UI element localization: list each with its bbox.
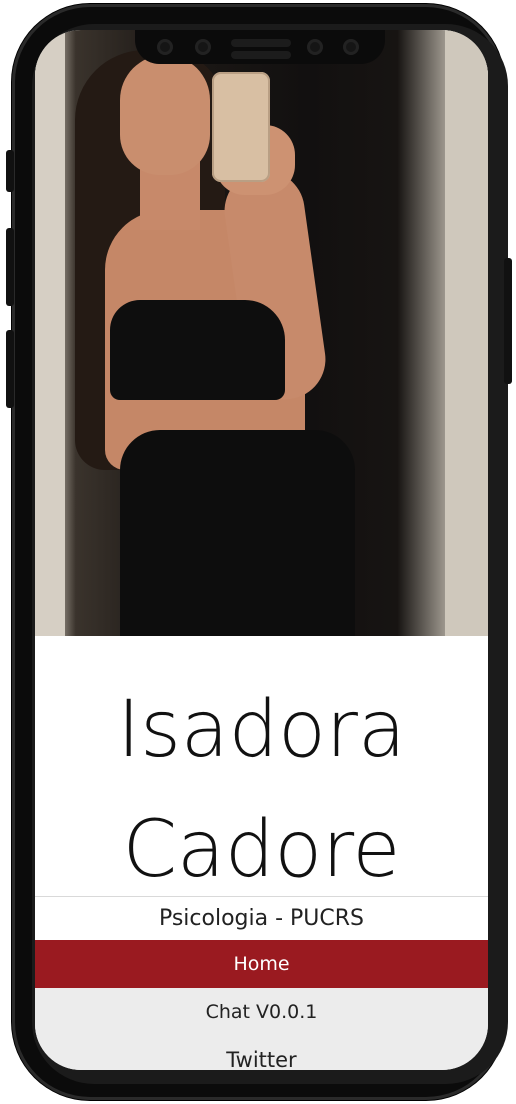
power-button (504, 258, 512, 384)
volume-up-button (6, 228, 14, 306)
profile-name: Isadora Cadore (35, 670, 488, 910)
nav-menu: Home Chat V0.0.1 Twitter (35, 940, 488, 1070)
front-camera-icon (157, 39, 173, 55)
volume-down-button (6, 330, 14, 408)
profile-last-name: Cadore (122, 805, 401, 895)
speaker-grill-icon (231, 39, 291, 47)
sensor-icon (195, 39, 211, 55)
speaker-grill-icon (231, 51, 291, 59)
nav-item-chat[interactable]: Chat V0.0.1 (35, 988, 488, 1036)
phone-notch (135, 30, 385, 64)
mute-switch (6, 150, 14, 192)
nav-item-home[interactable]: Home (35, 940, 488, 988)
proximity-sensor-icon (343, 39, 359, 55)
profile-subtitle: Psicologia - PUCRS (158, 906, 365, 931)
nav-item-twitter[interactable]: Twitter (35, 1036, 488, 1070)
phone-screen: Isadora Cadore Psicologia - PUCRS Home C… (35, 30, 488, 1070)
profile-first-name: Isadora (117, 685, 406, 775)
divider (35, 896, 488, 897)
sensor-icon (307, 39, 323, 55)
profile-photo (35, 30, 488, 636)
